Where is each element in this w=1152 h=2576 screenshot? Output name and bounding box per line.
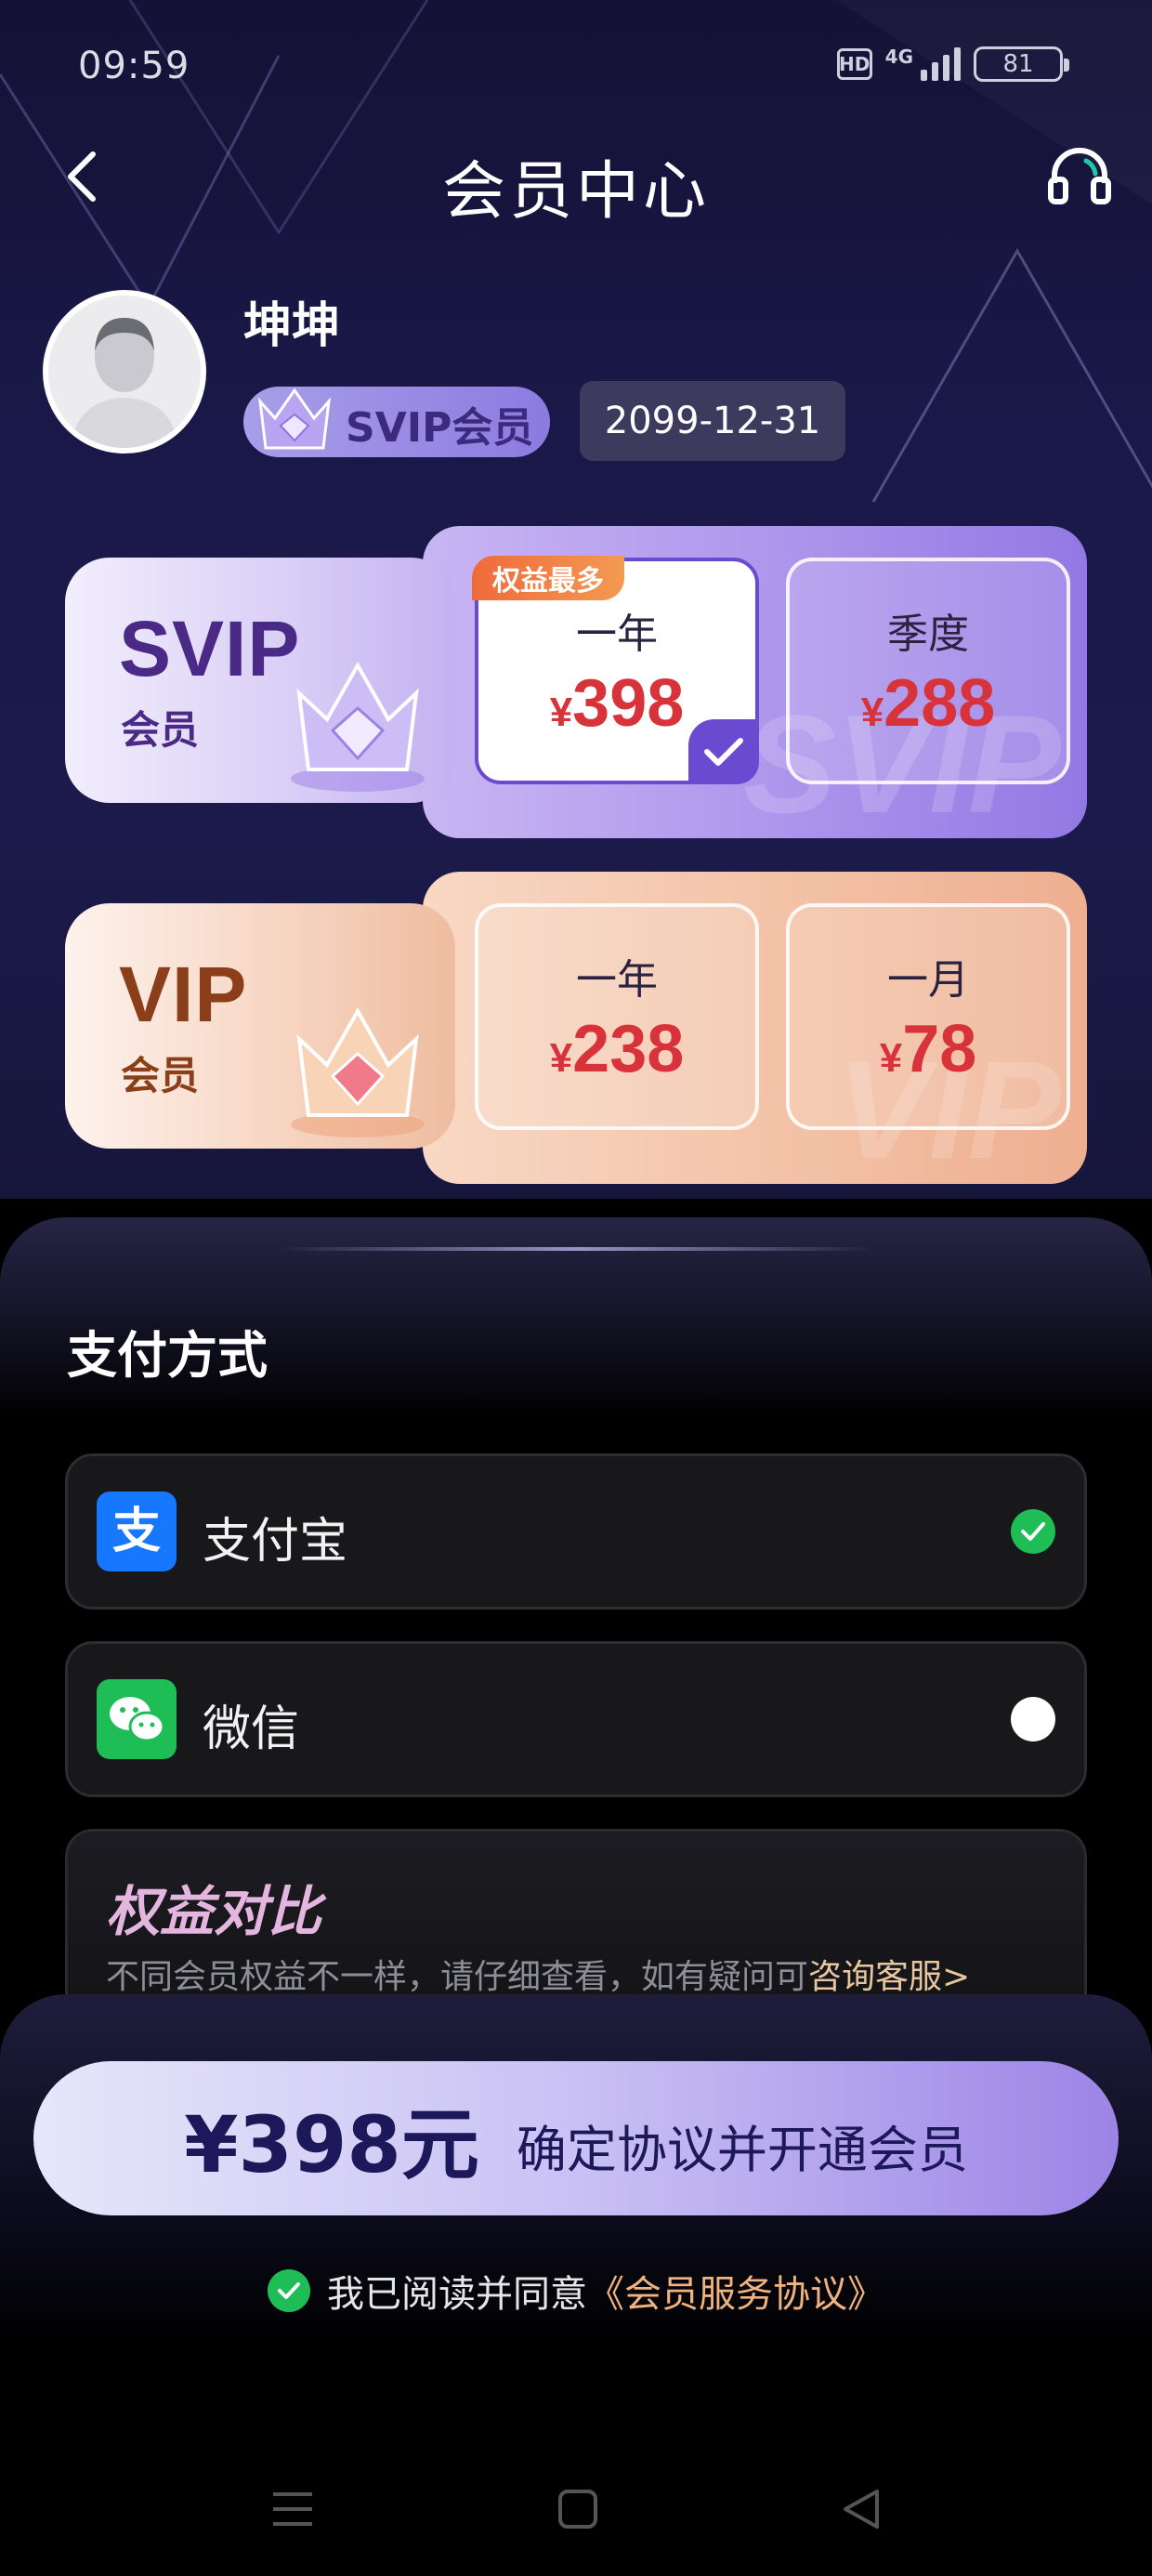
svip-plan-sub: 会员 — [121, 707, 200, 753]
confirm-purchase-button[interactable]: ¥398元 确定协议并开通会员 — [33, 2061, 1119, 2215]
option-period: 一年 — [576, 956, 658, 1004]
benefit-compare-title: 权益对比 — [106, 1880, 322, 1943]
hd-icon: HD — [836, 48, 872, 80]
payment-title: 支付方式 — [67, 1326, 268, 1385]
agreement-text: 我已阅读并同意 — [327, 2273, 587, 2316]
best-benefit-tag: 权益最多 — [472, 556, 624, 600]
svip-badge-label: SVIP会员 — [346, 404, 534, 452]
expire-date: 2099-12-31 — [580, 381, 845, 461]
username: 坤坤 — [243, 298, 341, 354]
cta-price: ¥398元 — [184, 2098, 479, 2190]
status-time: 09:59 — [78, 45, 190, 87]
customer-service-button[interactable] — [1042, 139, 1117, 214]
option-price: ¥238 — [549, 1012, 685, 1086]
option-price: ¥78 — [879, 1012, 977, 1086]
option-period: 季度 — [887, 611, 969, 658]
svip-plan-name: SVIP — [119, 605, 301, 692]
svg-text:支: 支 — [112, 1504, 161, 1559]
crown-gem-icon — [257, 388, 332, 450]
wechat-icon — [97, 1679, 177, 1759]
payment-label: 支付宝 — [203, 1514, 348, 1570]
option-price: ¥288 — [860, 666, 996, 741]
battery-icon: 81 — [974, 46, 1069, 82]
default-avatar-icon — [48, 296, 201, 448]
svip-crown-icon — [291, 661, 425, 792]
svip-option-quarter[interactable]: 季度 ¥288 — [786, 558, 1070, 784]
menu-icon[interactable] — [269, 2489, 316, 2530]
cta-label: 确定协议并开通会员 — [516, 2120, 968, 2179]
alipay-icon: 支 — [97, 1492, 177, 1571]
headset-icon — [1048, 148, 1111, 204]
home-icon[interactable] — [556, 2488, 599, 2530]
vip-crown-icon — [291, 1006, 425, 1137]
vip-option-year[interactable]: 一年 ¥238 — [475, 903, 759, 1130]
vip-option-month[interactable]: 一月 ¥78 — [786, 903, 1070, 1130]
selected-check-icon — [688, 719, 759, 784]
signal-icon — [921, 47, 961, 81]
system-nav-bar — [0, 2472, 1152, 2546]
sheet-divider — [279, 1247, 873, 1251]
option-period: 一年 — [576, 611, 658, 658]
payment-label: 微信 — [203, 1702, 300, 1757]
agreement-checkbox[interactable] — [268, 2269, 310, 2312]
option-price: ¥398 — [549, 666, 685, 741]
option-period: 一月 — [887, 956, 969, 1004]
avatar[interactable] — [43, 290, 206, 453]
agreement-row: 我已阅读并同意 《会员服务协议》 — [0, 2264, 1152, 2318]
vip-plan-name: VIP — [119, 951, 248, 1038]
radio-unchecked-icon[interactable] — [1011, 1697, 1055, 1741]
vip-plan-sub: 会员 — [121, 1053, 200, 1098]
benefit-compare-desc: 不同会员权益不一样，请仔细查看，如有疑问可咨询客服> — [106, 1958, 971, 1996]
battery-level: 81 — [1002, 50, 1034, 78]
status-icons: HD 4G 81 — [836, 46, 1069, 82]
network-label: 4G — [884, 46, 913, 68]
page-title: 会员中心 — [441, 155, 710, 229]
contact-service-link[interactable]: 咨询客服> — [808, 1958, 970, 1996]
agreement-link[interactable]: 《会员服务协议》 — [587, 2264, 884, 2318]
radio-checked-icon[interactable] — [1011, 1509, 1055, 1554]
back-triangle-icon[interactable] — [840, 2488, 883, 2530]
